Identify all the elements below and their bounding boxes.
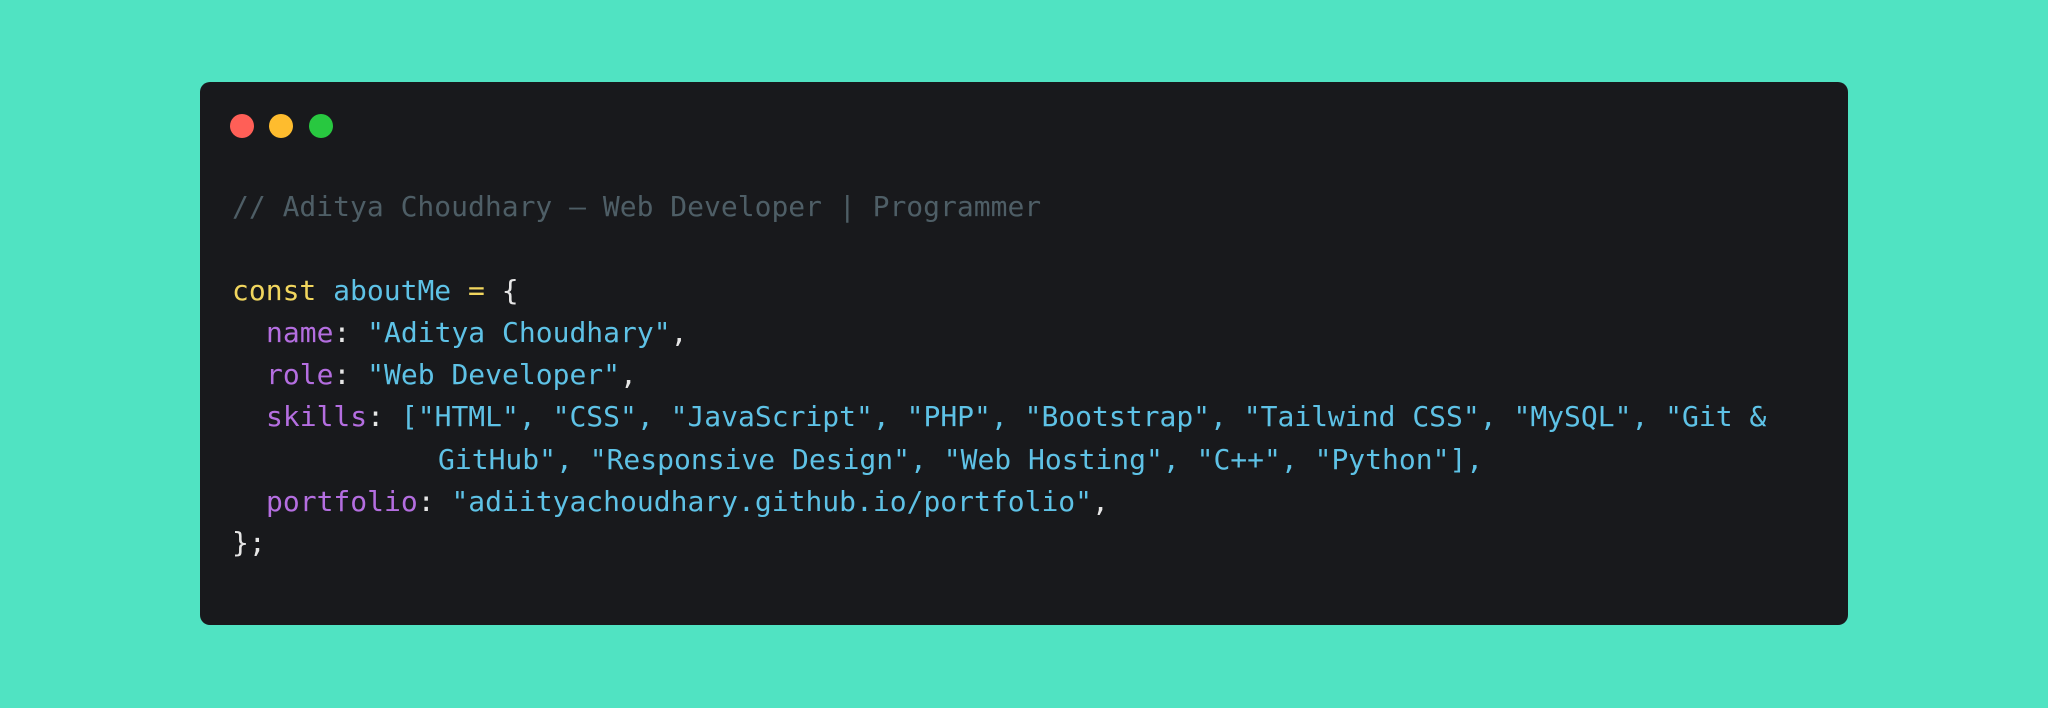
colon: : [367,400,385,433]
skills-value-line2: GitHub", "Responsive Design", "Web Hosti… [438,443,1484,476]
portfolio-value: "adiityachoudhary.github.io/portfolio" [451,485,1093,518]
minimize-dot-icon[interactable] [269,114,293,138]
role-value: "Web Developer" [367,358,621,391]
comma: , [1092,485,1109,518]
skills-line: skills: ["HTML", "CSS", "JavaScript", "P… [266,400,1766,433]
colon: : [333,358,351,391]
name-key: name [266,316,334,349]
portfolio-key: portfolio [266,485,418,518]
comment-line: // Aditya Choudhary — Web Developer | Pr… [232,190,1042,223]
code-block: // Aditya Choudhary — Web Developer | Pr… [232,0,1766,559]
open-brace: { [501,274,519,307]
role-key: role [266,358,334,391]
keyword-const: const [232,274,317,307]
equals-sign: = [468,274,485,307]
colon: : [417,485,435,518]
maximize-dot-icon[interactable] [309,114,333,138]
portfolio-line: portfolio: "adiityachoudhary.github.io/p… [266,485,1109,518]
skills-continuation-line: GitHub", "Responsive Design", "Web Hosti… [438,443,1483,476]
variable-name: aboutMe [333,274,452,307]
close-brace-line: }; [232,526,266,559]
name-line: name: "Aditya Choudhary", [266,316,687,349]
code-window [200,82,1848,625]
skills-value-line1: ["HTML", "CSS", "JavaScript", "PHP", "Bo… [400,400,1767,433]
skills-key: skills [266,400,368,433]
declaration-line: const aboutMe = { [232,274,519,307]
role-line: role: "Web Developer", [266,358,637,391]
comma: , [670,316,688,349]
name-value: "Aditya Choudhary" [367,316,671,349]
comma: , [620,358,637,391]
colon: : [333,316,351,349]
